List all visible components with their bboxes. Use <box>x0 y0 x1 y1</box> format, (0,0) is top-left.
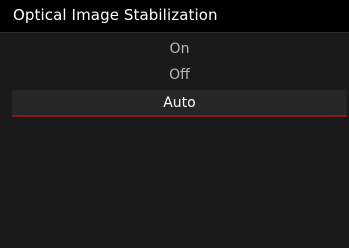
option-on[interactable]: On <box>12 36 347 62</box>
page-title: Optical Image Stabilization <box>13 6 218 24</box>
option-label: On <box>169 41 190 57</box>
camera-menu-screen: Optical Image Stabilization On Off Auto <box>0 0 349 248</box>
option-off[interactable]: Off <box>12 62 347 88</box>
option-label: Auto <box>163 95 196 111</box>
title-bar: Optical Image Stabilization <box>0 0 349 33</box>
option-list: On Off Auto <box>0 34 349 248</box>
option-auto-selected[interactable]: Auto <box>12 90 347 117</box>
option-label: Off <box>169 67 190 83</box>
